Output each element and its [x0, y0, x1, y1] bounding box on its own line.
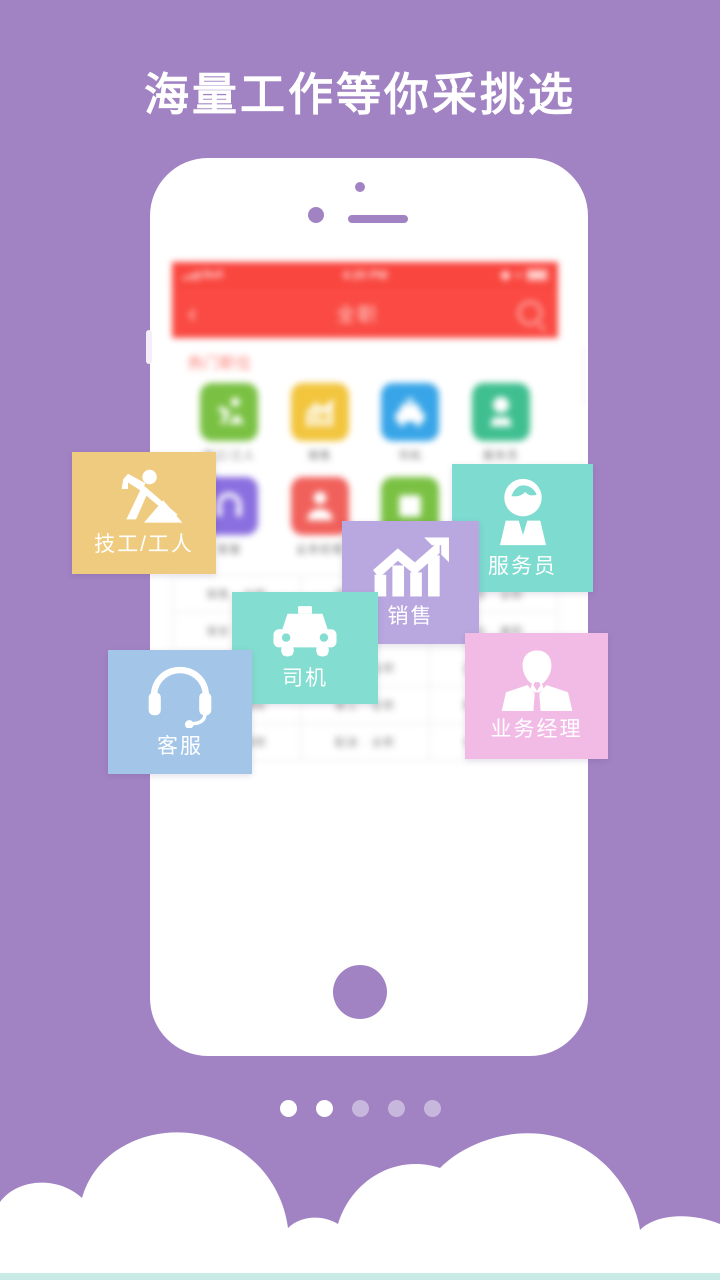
phone-speaker-icon [348, 215, 408, 223]
pagination-dot[interactable] [279, 1100, 297, 1117]
businessman-icon [501, 650, 572, 711]
navbar-title: 全职 [336, 304, 379, 326]
alarm-icon [501, 270, 511, 280]
taxi-icon [381, 383, 440, 441]
category-card-worker[interactable]: 技工/工人 [72, 452, 216, 574]
phone-home-button[interactable] [333, 965, 387, 1019]
category-card-label: 业务经理 [490, 718, 583, 741]
status-bar: Bell 4:20 PM ▾ [172, 262, 558, 288]
grid-item-label: 销售 [307, 450, 332, 462]
cloud-decoration [0, 1132, 720, 1280]
pagination-dot[interactable] [315, 1100, 333, 1117]
waiter-person-icon [499, 478, 546, 546]
grid-item[interactable]: 销售 [275, 383, 366, 463]
grid-item-label: 司机 [398, 450, 423, 462]
category-card-driver[interactable]: 司机 [232, 592, 378, 704]
status-bar-time: 4:20 PM [342, 268, 388, 282]
category-card-label: 客服 [157, 735, 203, 758]
page-title: 海量工作等你采挑选 [143, 69, 576, 120]
phone-side-button[interactable] [580, 345, 587, 407]
search-icon[interactable] [518, 301, 542, 325]
app-navbar: ‹ 全职 [172, 288, 558, 338]
manager-icon [290, 477, 349, 535]
phone-sensor-icon [355, 182, 365, 192]
worker-icon [200, 383, 259, 441]
category-card-manager[interactable]: 业务经理 [465, 633, 608, 759]
chevron-left-icon[interactable]: ‹ [188, 300, 197, 326]
battery-icon [526, 269, 548, 281]
construction-worker-icon [121, 469, 183, 523]
grid-item[interactable]: 司机 [365, 383, 456, 463]
bottom-strip [0, 1273, 720, 1280]
category-card-label: 司机 [282, 667, 328, 690]
taxi-car-icon [273, 606, 337, 657]
grid-item[interactable]: 服务员 [456, 383, 547, 463]
category-card-label: 服务员 [488, 555, 557, 578]
grid-item[interactable]: 技工/工人 [184, 383, 275, 463]
section-title: 热门职位 [188, 355, 253, 372]
pagination-dots [0, 1100, 720, 1117]
chart-icon [290, 383, 349, 441]
growth-chart-icon [372, 537, 449, 596]
pagination-dot[interactable] [387, 1100, 405, 1117]
grid-item-label: 服务员 [482, 450, 519, 462]
category-card-label: 销售 [387, 604, 434, 628]
category-card-service[interactable]: 客服 [108, 650, 252, 774]
pagination-dot[interactable] [351, 1100, 369, 1117]
pagination-dot[interactable] [423, 1100, 441, 1117]
table-cell: 配送 · 全职 [301, 724, 430, 761]
status-bar-right: ▾ [501, 269, 548, 282]
wifi-icon: ▾ [515, 269, 521, 282]
headset-icon [148, 666, 212, 728]
phone-camera-icon [308, 207, 324, 223]
category-card-label: 技工/工人 [94, 533, 194, 556]
waiter-icon [471, 383, 530, 441]
phone-volume-button[interactable] [146, 330, 152, 364]
